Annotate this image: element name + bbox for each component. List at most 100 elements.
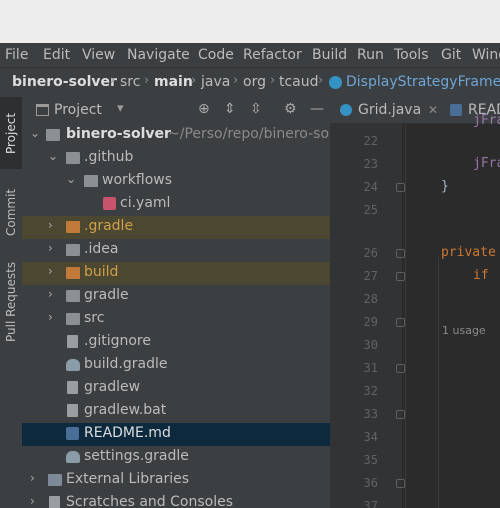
breadcrumb-src[interactable]: src: [120, 74, 140, 90]
chevron-down-icon[interactable]: ⌄: [48, 149, 58, 163]
tree-row-idea[interactable]: › .idea: [22, 239, 330, 262]
tree-row-workflows[interactable]: ⌄ workflows: [22, 170, 330, 193]
tab-project[interactable]: Project: [0, 97, 22, 169]
tree-row-build[interactable]: › build: [22, 262, 330, 285]
menu-tools[interactable]: Tools: [394, 47, 429, 63]
menu-navigate[interactable]: Navigate: [127, 47, 190, 63]
folder-icon: [66, 313, 80, 325]
tree-row-build-gradle[interactable]: build.gradle: [22, 354, 330, 377]
usages-hint[interactable]: 1 usage: [442, 324, 486, 337]
hide-icon[interactable]: —: [310, 101, 324, 117]
tree-row-src[interactable]: › src: [22, 308, 330, 331]
chevron-right-icon[interactable]: ›: [30, 471, 35, 485]
chevron-down-icon[interactable]: ▾: [117, 101, 124, 116]
line-number: 32: [363, 384, 378, 398]
code-keyword: if: [473, 268, 489, 283]
fold-marker-icon[interactable]: [396, 410, 405, 419]
tree-row-root[interactable]: ⌄ binero-solver ~/Perso/repo/binero-sol: [22, 124, 330, 147]
chevron-right-icon[interactable]: ›: [30, 494, 35, 508]
folder-icon: [84, 175, 98, 187]
fold-marker-icon[interactable]: [396, 272, 405, 281]
line-number: 30: [363, 338, 378, 352]
tree-row-external-libraries[interactable]: › External Libraries: [22, 469, 330, 492]
tree-label: .idea: [84, 241, 119, 257]
library-icon: [48, 474, 62, 486]
tree-label: build.gradle: [84, 356, 168, 372]
fold-marker-icon[interactable]: [396, 183, 405, 192]
breadcrumb-main[interactable]: main: [154, 74, 193, 90]
fold-marker-icon[interactable]: [396, 249, 405, 258]
line-number: 27: [363, 269, 378, 283]
chevron-right-icon: ›: [318, 73, 324, 88]
chevron-right-icon[interactable]: ›: [48, 310, 53, 324]
tree-row-gitignore[interactable]: .gitignore: [22, 331, 330, 354]
menu-git[interactable]: Git: [441, 47, 461, 63]
tree-row-scratches[interactable]: › Scratches and Consoles: [22, 492, 330, 508]
chevron-right-icon[interactable]: ›: [48, 218, 53, 232]
tree-row-gradle-dir[interactable]: › .gradle: [22, 216, 330, 239]
menu-build[interactable]: Build: [312, 47, 347, 63]
folder-icon: [66, 221, 80, 233]
menu-bar: File Edit View Navigate Code Refactor Bu…: [0, 43, 500, 67]
chevron-down-icon[interactable]: ⌄: [66, 172, 76, 186]
folder-icon: [36, 104, 49, 116]
left-tool-strip: Project Commit Pull Requests: [0, 97, 23, 508]
tree-row-ci-yaml[interactable]: ci.yaml: [22, 193, 330, 216]
project-panel-title[interactable]: Project: [54, 102, 102, 118]
tree-path: ~/Perso/repo/binero-sol: [168, 126, 330, 142]
menu-view[interactable]: View: [82, 47, 115, 63]
line-number: 36: [363, 476, 378, 490]
fold-marker-icon[interactable]: [396, 364, 405, 373]
line-number: 35: [363, 453, 378, 467]
breadcrumb-class[interactable]: DisplayStrategyFrame: [346, 74, 500, 90]
tab-pull-requests[interactable]: Pull Requests: [0, 257, 22, 347]
menu-code[interactable]: Code: [198, 47, 234, 63]
chevron-right-icon: ›: [144, 73, 150, 88]
gradle-file-icon: [66, 359, 80, 371]
code-keyword: private: [441, 245, 496, 260]
chevron-right-icon[interactable]: ›: [48, 287, 53, 301]
line-number: 33: [363, 407, 378, 421]
breadcrumb-org[interactable]: org: [243, 74, 266, 90]
tab-grid-java[interactable]: Grid.java: [358, 102, 421, 118]
tree-row-github[interactable]: ⌄ .github: [22, 147, 330, 170]
line-number: 24: [363, 180, 378, 194]
indent-guide: [438, 257, 439, 508]
yaml-file-icon: [103, 197, 116, 210]
menu-run[interactable]: Run: [357, 47, 384, 63]
menu-window[interactable]: Wind: [472, 47, 500, 63]
locate-icon[interactable]: ⊕: [198, 101, 210, 117]
expand-all-icon[interactable]: ⇕: [224, 101, 236, 117]
close-icon[interactable]: ✕: [428, 103, 438, 117]
chevron-right-icon[interactable]: ›: [48, 264, 53, 278]
tree-row-gradle[interactable]: › gradle: [22, 285, 330, 308]
tree-label: .gradle: [84, 218, 134, 234]
folder-icon: [66, 290, 80, 302]
tree-row-gradlew[interactable]: gradlew: [22, 377, 330, 400]
menu-refactor[interactable]: Refactor: [243, 47, 302, 63]
menu-file[interactable]: File: [5, 47, 28, 63]
tree-row-gradlew-bat[interactable]: gradlew.bat: [22, 400, 330, 423]
chevron-down-icon[interactable]: ⌄: [30, 126, 40, 140]
breadcrumb-project[interactable]: binero-solver: [12, 74, 117, 90]
breadcrumb-java[interactable]: java: [201, 74, 230, 90]
tree-label: gradlew.bat: [84, 402, 167, 418]
tree-label: .github: [84, 149, 134, 165]
tab-commit-label: Commit: [4, 188, 18, 236]
tree-row-settings-gradle[interactable]: settings.gradle: [22, 446, 330, 469]
line-number: 22: [363, 134, 378, 148]
line-number: 37: [363, 499, 378, 508]
gear-icon[interactable]: ⚙: [284, 101, 297, 117]
chevron-right-icon[interactable]: ›: [48, 241, 53, 255]
collapse-all-icon[interactable]: ⇳: [250, 101, 262, 117]
tree-row-readme[interactable]: README.md: [22, 423, 330, 446]
line-number: 23: [363, 157, 378, 171]
line-number: 25: [363, 203, 378, 217]
breadcrumb-tcaud[interactable]: tcaud: [279, 74, 319, 90]
tree-label: build: [84, 264, 119, 280]
tab-commit[interactable]: Commit: [0, 177, 22, 247]
menu-edit[interactable]: Edit: [43, 47, 70, 63]
fold-marker-icon[interactable]: [396, 318, 405, 327]
tree-label: gradlew: [84, 379, 141, 395]
fold-marker-icon[interactable]: [396, 479, 405, 488]
